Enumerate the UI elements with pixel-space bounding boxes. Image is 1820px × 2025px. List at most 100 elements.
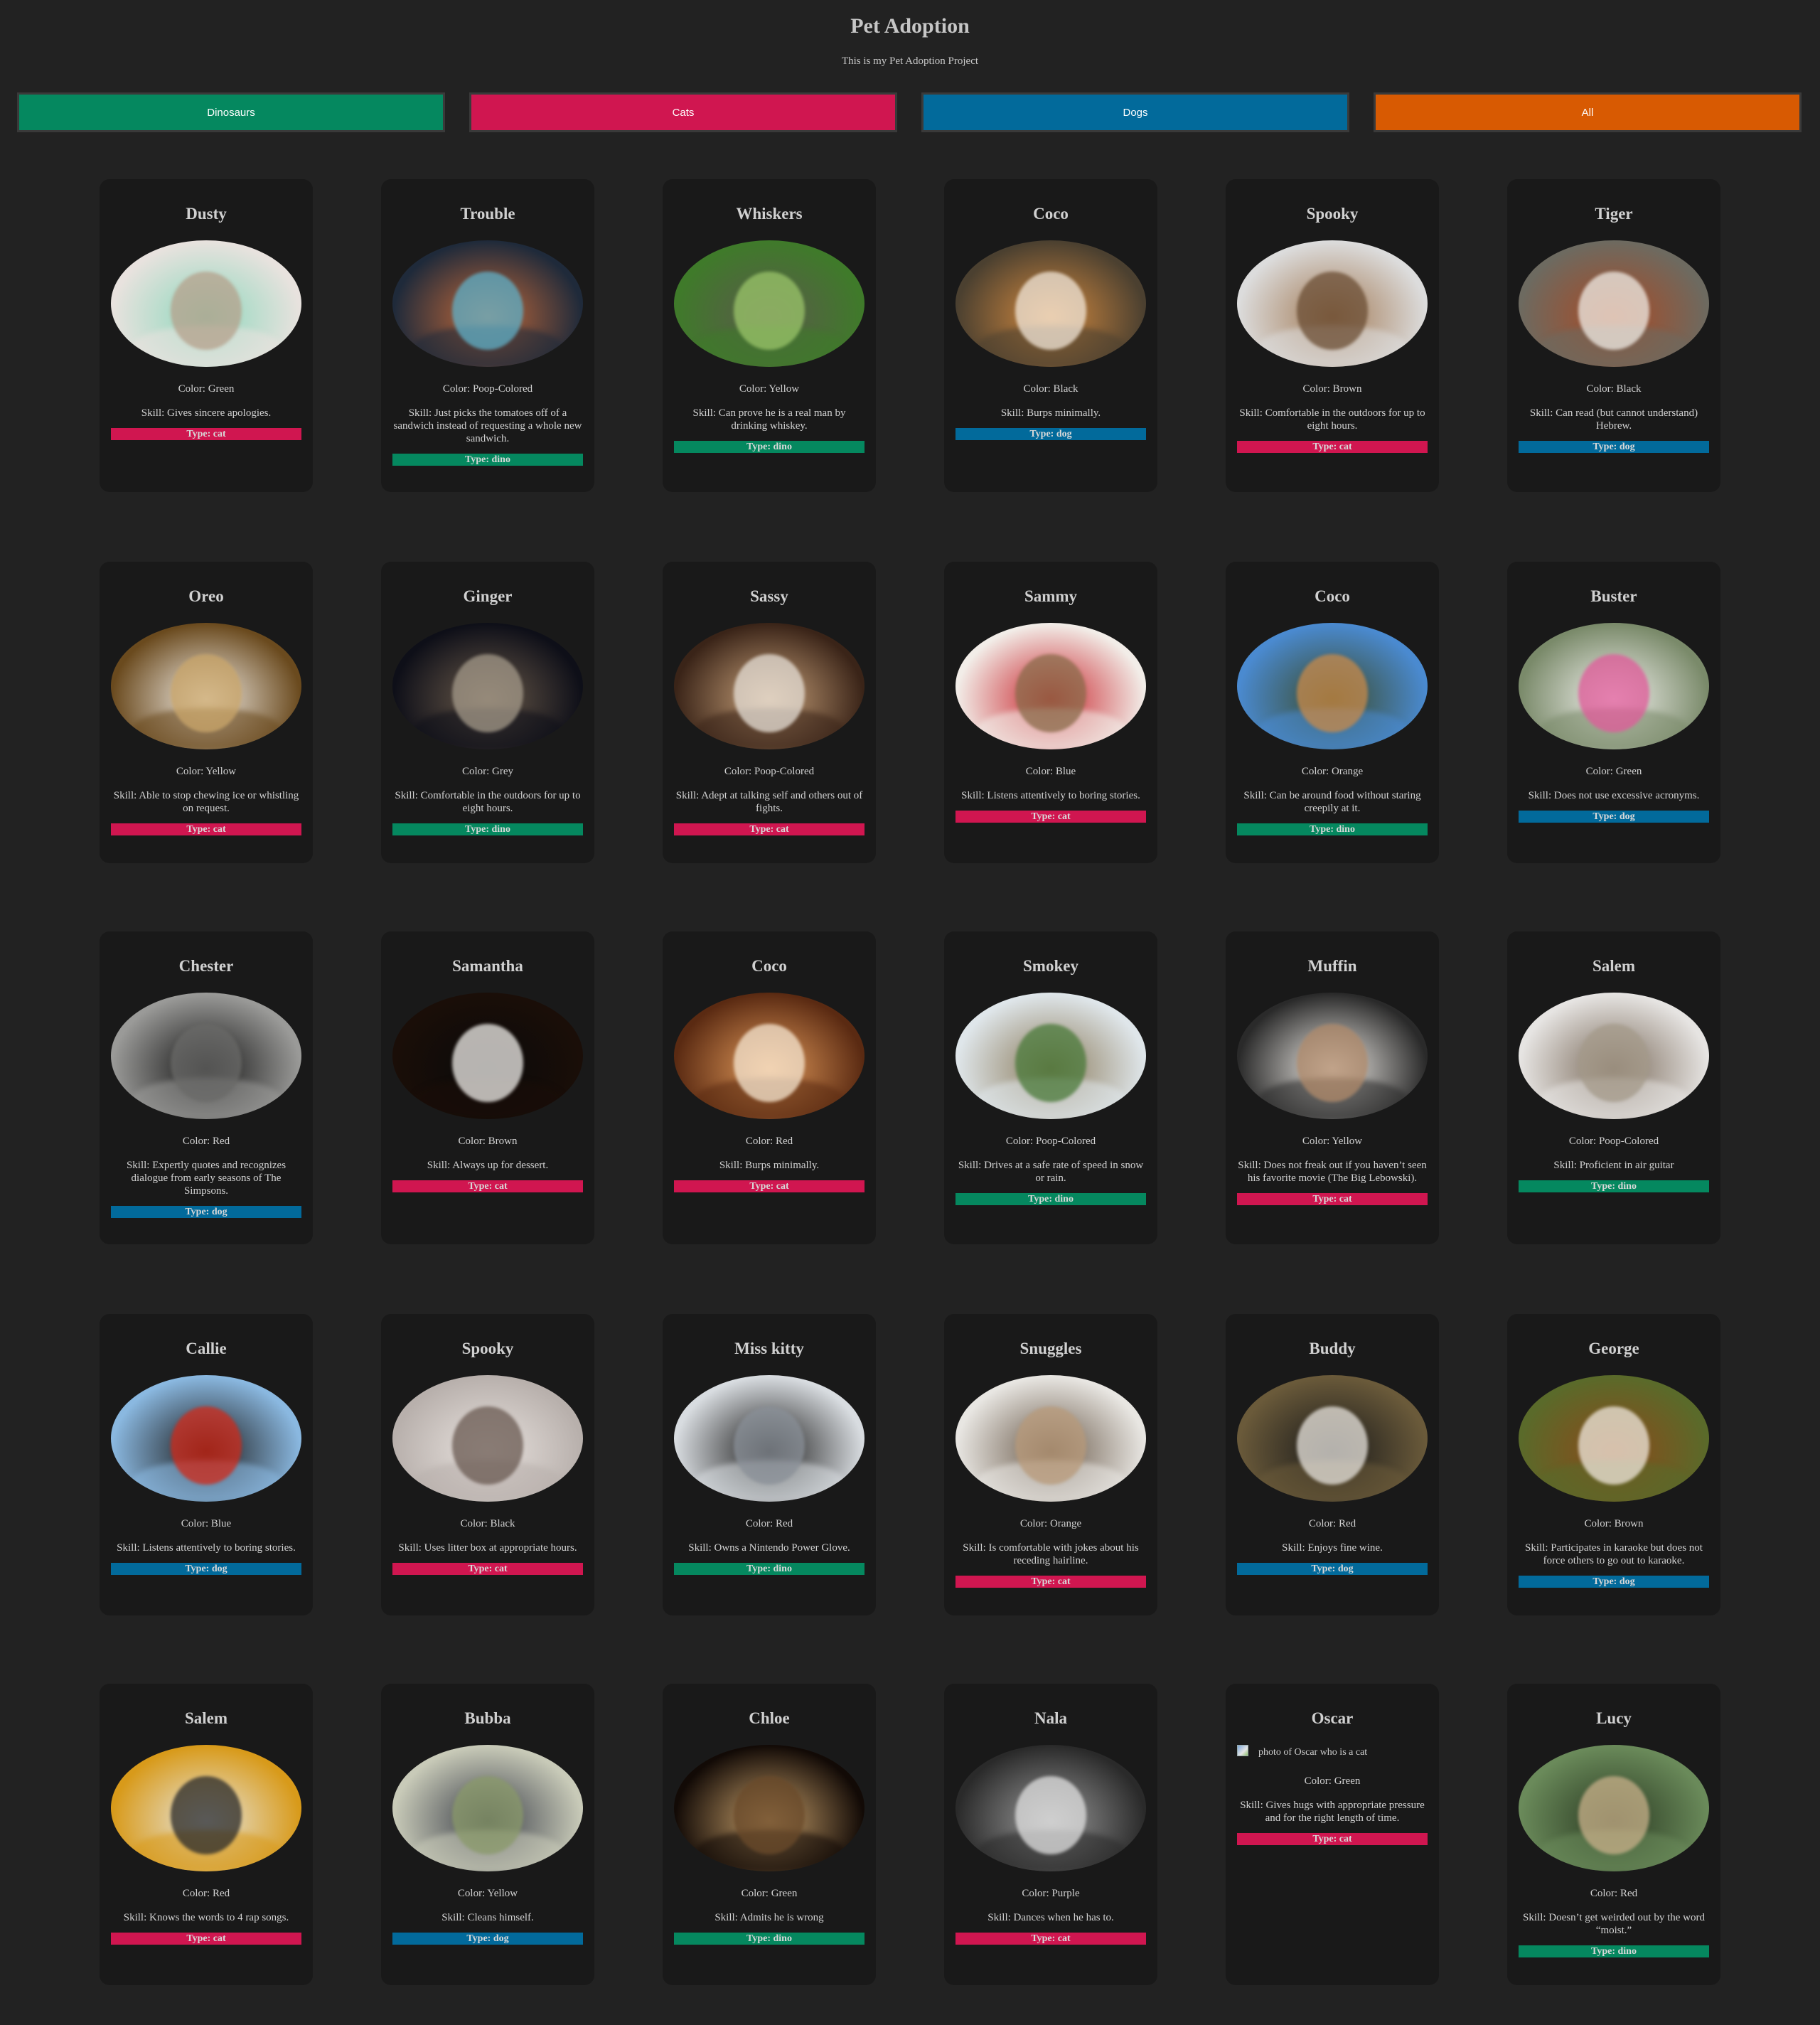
pet-skill: Skill: Owns a Nintendo Power Glove. [688, 1542, 850, 1554]
pet-card: Sammy Color: Blue Skill: Listens attentive… [944, 562, 1157, 863]
pet-name: Muffin [1307, 957, 1357, 975]
pet-name: Lucy [1596, 1709, 1632, 1727]
pet-color: Color: Green [1585, 766, 1642, 777]
pet-name: Smokey [1023, 957, 1078, 975]
pet-type-badge: Type: dog [111, 1206, 301, 1218]
pet-card: Chloe Color: Green Skill: Admits he is wro… [663, 1684, 876, 1985]
pet-photo-subject [1297, 654, 1368, 732]
pet-card: Nala Color: Purple Skill: Dances when he h… [944, 1684, 1157, 1985]
pet-photo [392, 1375, 583, 1502]
pet-card: Samantha Color: Brown Skill: Always up for… [381, 931, 594, 1244]
pet-photo-subject [1015, 1776, 1086, 1854]
pet-name: Coco [751, 957, 787, 975]
pet-type-badge: Type: dog [1519, 1576, 1709, 1588]
pet-name: Spooky [461, 1340, 514, 1357]
pet-skill: Skill: Can read (but cannot understand) … [1529, 407, 1698, 432]
pet-photo [392, 240, 583, 367]
pet-photo [674, 1745, 864, 1871]
pet-skill: Skill: Can prove he is a real man by dri… [692, 407, 846, 432]
pet-type-badge: Type: cat [111, 1933, 301, 1945]
pet-skill: Skill: Gives hugs with appropriate press… [1240, 1800, 1425, 1824]
pet-photo [111, 240, 301, 367]
pet-type-badge: Type: cat [1237, 1193, 1428, 1205]
dinosaurs-filter-button[interactable]: Dinosaurs [17, 92, 445, 132]
pet-card: Dusty Color: Green Skill: Gives sincere ap… [100, 179, 313, 492]
pet-photo-subject [1015, 1024, 1086, 1102]
pet-photo [1519, 623, 1709, 749]
pet-type-badge: Type: cat [674, 1180, 864, 1192]
filter-bar: Dinosaurs Cats Dogs All [17, 92, 1803, 132]
pet-photo [1519, 993, 1709, 1119]
dogs-filter-button[interactable]: Dogs [921, 92, 1349, 132]
pet-skill: Skill: Listens attentively to boring sto… [117, 1542, 296, 1554]
pet-photo [956, 1375, 1146, 1502]
pet-skill: Skill: Just picks the tomatoes off of a … [393, 407, 582, 444]
pet-photo-subject [1015, 654, 1086, 732]
pet-card: Callie Color: Blue Skill: Listens attentiv… [100, 1314, 313, 1615]
pet-card: Buster Color: Green Skill: Does not use ex… [1507, 562, 1720, 863]
pet-skill: Skill: Does not freak out if you haven’t… [1238, 1160, 1427, 1184]
pet-card: Spooky Color: Brown Skill: Comfortable in … [1226, 179, 1439, 492]
pet-color: Color: Black [1023, 383, 1078, 395]
pet-name: Salem [1592, 957, 1636, 975]
pet-skill: Skill: Comfortable in the outdoors for u… [1239, 407, 1425, 432]
pet-type-badge: Type: cat [392, 1180, 583, 1192]
pet-name: Chloe [749, 1709, 790, 1727]
pet-card: Lucy Color: Red Skill: Doesn’t get weirded… [1507, 1684, 1720, 1985]
pet-name: Oreo [188, 587, 224, 605]
pet-photo [111, 623, 301, 749]
pet-type-badge: Type: dino [674, 1933, 864, 1945]
pet-color: Color: Yellow [176, 766, 237, 777]
pet-type-badge: Type: dino [392, 823, 583, 835]
pet-color: Color: Red [745, 1518, 793, 1529]
pet-photo-subject [452, 1406, 523, 1485]
pet-name: Buddy [1309, 1340, 1356, 1357]
pet-color: Color: Red [1308, 1518, 1356, 1529]
pet-card: Trouble Color: Poop-Colored Skill: Just pi… [381, 179, 594, 492]
pet-skill: Skill: Is comfortable with jokes about h… [963, 1542, 1139, 1566]
pet-photo [1519, 240, 1709, 367]
pet-card: Smokey Color: Poop-Colored Skill: Drives a… [944, 931, 1157, 1244]
pet-color: Color: Orange [1019, 1518, 1082, 1529]
pet-photo-alt-text: photo of Oscar who is a cat [1258, 1747, 1368, 1758]
broken-image-icon [1237, 1745, 1248, 1756]
pet-photo [674, 993, 864, 1119]
pet-color: Color: Poop-Colored [442, 383, 533, 395]
pet-photo [674, 240, 864, 367]
pet-card: Salem Color: Poop-Colored Skill: Proficien… [1507, 931, 1720, 1244]
pet-photo-subject [452, 272, 523, 350]
pet-name: Whiskers [736, 205, 803, 223]
pet-name: Coco [1033, 205, 1069, 223]
pet-photo [956, 1745, 1146, 1871]
pet-type-badge: Type: cat [1237, 1833, 1428, 1845]
pet-name: Oscar [1311, 1709, 1354, 1727]
pet-photo-subject [1578, 654, 1649, 732]
pet-color: Color: Blue [181, 1518, 232, 1529]
pet-color: Color: Brown [458, 1136, 518, 1147]
pet-color: Color: Poop-Colored [724, 766, 815, 777]
pet-card: Ginger Color: Grey Skill: Comfortable in t… [381, 562, 594, 863]
pet-card: George Color: Brown Skill: Participates in… [1507, 1314, 1720, 1615]
pet-type-badge: Type: dog [956, 428, 1146, 440]
pet-photo [392, 993, 583, 1119]
pet-card: Buddy Color: Red Skill: Enjoys fine wine. T… [1226, 1314, 1439, 1615]
pet-name: Bubba [464, 1709, 511, 1727]
all-filter-button[interactable]: All [1374, 92, 1802, 132]
pet-photo-subject [734, 272, 805, 350]
pet-card: Snuggles Color: Orange Skill: Is comfortab… [944, 1314, 1157, 1615]
cats-filter-button[interactable]: Cats [469, 92, 897, 132]
pet-skill: Skill: Can be around food without starin… [1243, 790, 1421, 814]
pet-photo-subject [171, 654, 242, 732]
pet-photo-subject [1578, 1406, 1649, 1485]
pet-card: Whiskers Color: Yellow Skill: Can prove he… [663, 179, 876, 492]
pet-type-badge: Type: dino [674, 1563, 864, 1575]
pet-type-badge: Type: cat [392, 1563, 583, 1575]
pet-skill: Skill: Drives at a safe rate of speed in… [958, 1160, 1144, 1184]
pet-name: Callie [186, 1340, 227, 1357]
pet-card: Salem Color: Red Skill: Knows the words to… [100, 1684, 313, 1985]
pet-type-badge: Type: dino [1519, 1945, 1709, 1957]
pet-card: Coco Color: Red Skill: Burps minimally. Typ… [663, 931, 876, 1244]
pet-color: Color: Blue [1025, 766, 1076, 777]
pet-photo [392, 623, 583, 749]
pet-color: Color: Grey [461, 766, 514, 777]
